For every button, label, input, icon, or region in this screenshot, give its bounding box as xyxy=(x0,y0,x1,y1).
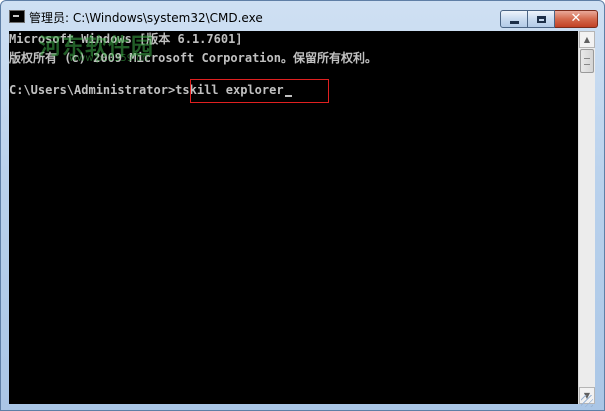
console-line-version: Microsoft Windows [版本 6.1.7601] xyxy=(9,32,243,46)
cmd-icon[interactable] xyxy=(9,10,25,23)
vertical-scrollbar[interactable]: ▲ ▼ xyxy=(578,31,595,404)
cmd-window: 管理员: C:\Windows\system32\CMD.exe ✕ Micro… xyxy=(0,0,605,411)
close-button[interactable]: ✕ xyxy=(555,10,598,28)
console-prompt: C:\Users\Administrator> xyxy=(9,83,176,97)
resize-grip[interactable] xyxy=(581,395,593,407)
scroll-up-button[interactable]: ▲ xyxy=(579,31,595,48)
watermark-url: www.pc0359.cn xyxy=(69,53,149,64)
title-bar[interactable]: 管理员: C:\Windows\system32\CMD.exe ✕ xyxy=(1,1,604,31)
window-title: 管理员: C:\Windows\system32\CMD.exe xyxy=(29,11,263,25)
command-highlight-box xyxy=(190,79,329,103)
minimize-icon xyxy=(509,20,519,24)
scroll-thumb[interactable] xyxy=(580,49,594,73)
maximize-icon xyxy=(536,15,546,23)
console-area[interactable]: Microsoft Windows [版本 6.1.7601] 版权所有 (c)… xyxy=(9,31,578,404)
window-bottom-frame xyxy=(1,404,604,411)
minimize-button[interactable] xyxy=(500,10,528,28)
console-line-copyright: 版权所有 (c) 2009 Microsoft Corporation。保留所有… xyxy=(9,51,377,65)
maximize-button[interactable] xyxy=(528,10,555,28)
close-icon: ✕ xyxy=(570,11,582,26)
scroll-up-arrow-icon: ▲ xyxy=(583,35,591,44)
